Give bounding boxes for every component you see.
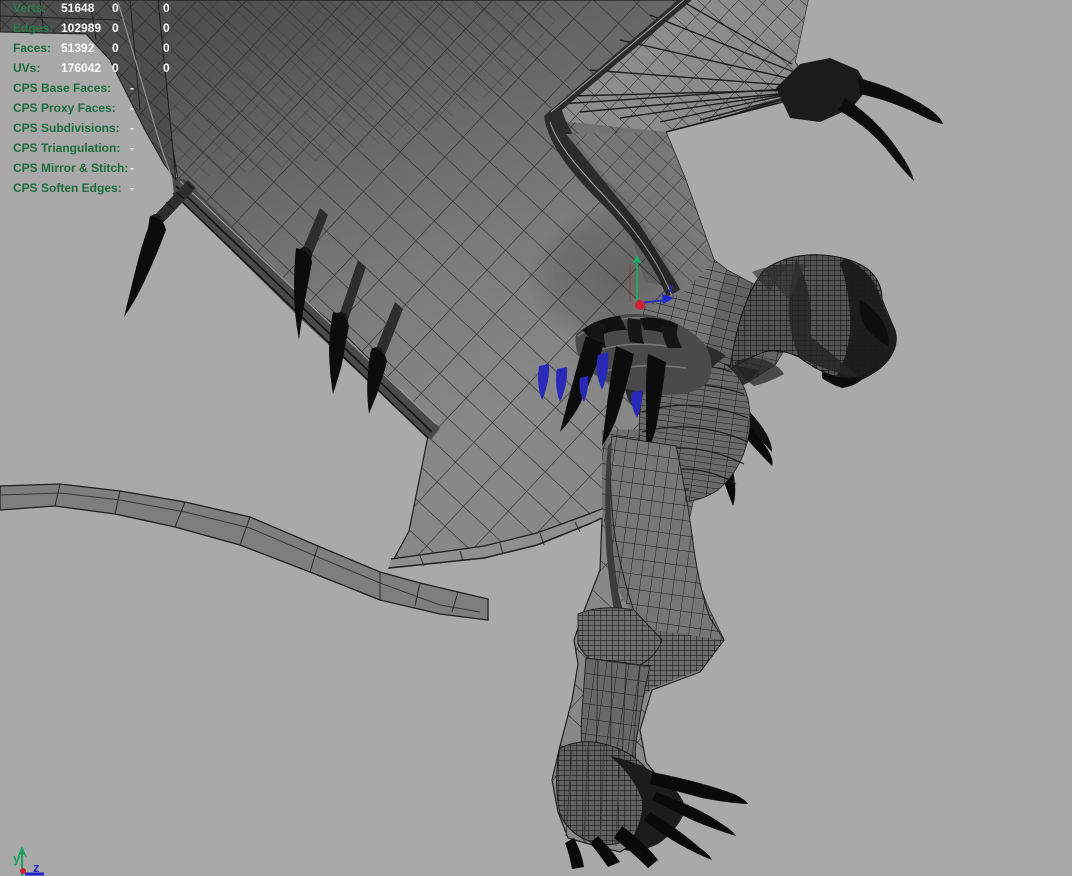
svg-text:z: z: [33, 860, 40, 875]
svg-text:0: 0: [163, 61, 170, 75]
svg-text:CPS Triangulation:: CPS Triangulation:: [13, 141, 120, 155]
svg-text:CPS Subdivisions:: CPS Subdivisions:: [13, 121, 120, 135]
svg-text:-: -: [130, 141, 134, 155]
svg-text:-: -: [130, 101, 134, 115]
svg-text:176042: 176042: [61, 61, 101, 75]
svg-text:Faces:: Faces:: [13, 41, 51, 55]
svg-text:Edges:: Edges:: [13, 21, 53, 35]
svg-text:UVs:: UVs:: [13, 61, 40, 75]
svg-text:102989: 102989: [61, 21, 101, 35]
svg-text:0: 0: [163, 1, 170, 15]
svg-text:CPS Proxy Faces:: CPS Proxy Faces:: [13, 101, 116, 115]
svg-text:-: -: [130, 181, 134, 195]
svg-text:CPS Base Faces:: CPS Base Faces:: [13, 81, 111, 95]
svg-text:-: -: [130, 161, 134, 175]
svg-text:51392: 51392: [61, 41, 95, 55]
svg-text:Verts:: Verts:: [13, 1, 46, 15]
svg-text:CPS Mirror & Stitch:: CPS Mirror & Stitch:: [13, 161, 128, 175]
svg-text:0: 0: [112, 1, 119, 15]
svg-text:0: 0: [112, 21, 119, 35]
svg-text:0: 0: [163, 41, 170, 55]
svg-text:51648: 51648: [61, 1, 95, 15]
svg-text:-: -: [130, 121, 134, 135]
svg-text:0: 0: [112, 41, 119, 55]
svg-text:CPS Soften Edges:: CPS Soften Edges:: [13, 181, 122, 195]
svg-text:0: 0: [163, 21, 170, 35]
svg-text:Z: Z: [668, 284, 674, 294]
svg-text:0: 0: [112, 61, 119, 75]
svg-text:-: -: [130, 81, 134, 95]
svg-text:y: y: [13, 851, 21, 866]
